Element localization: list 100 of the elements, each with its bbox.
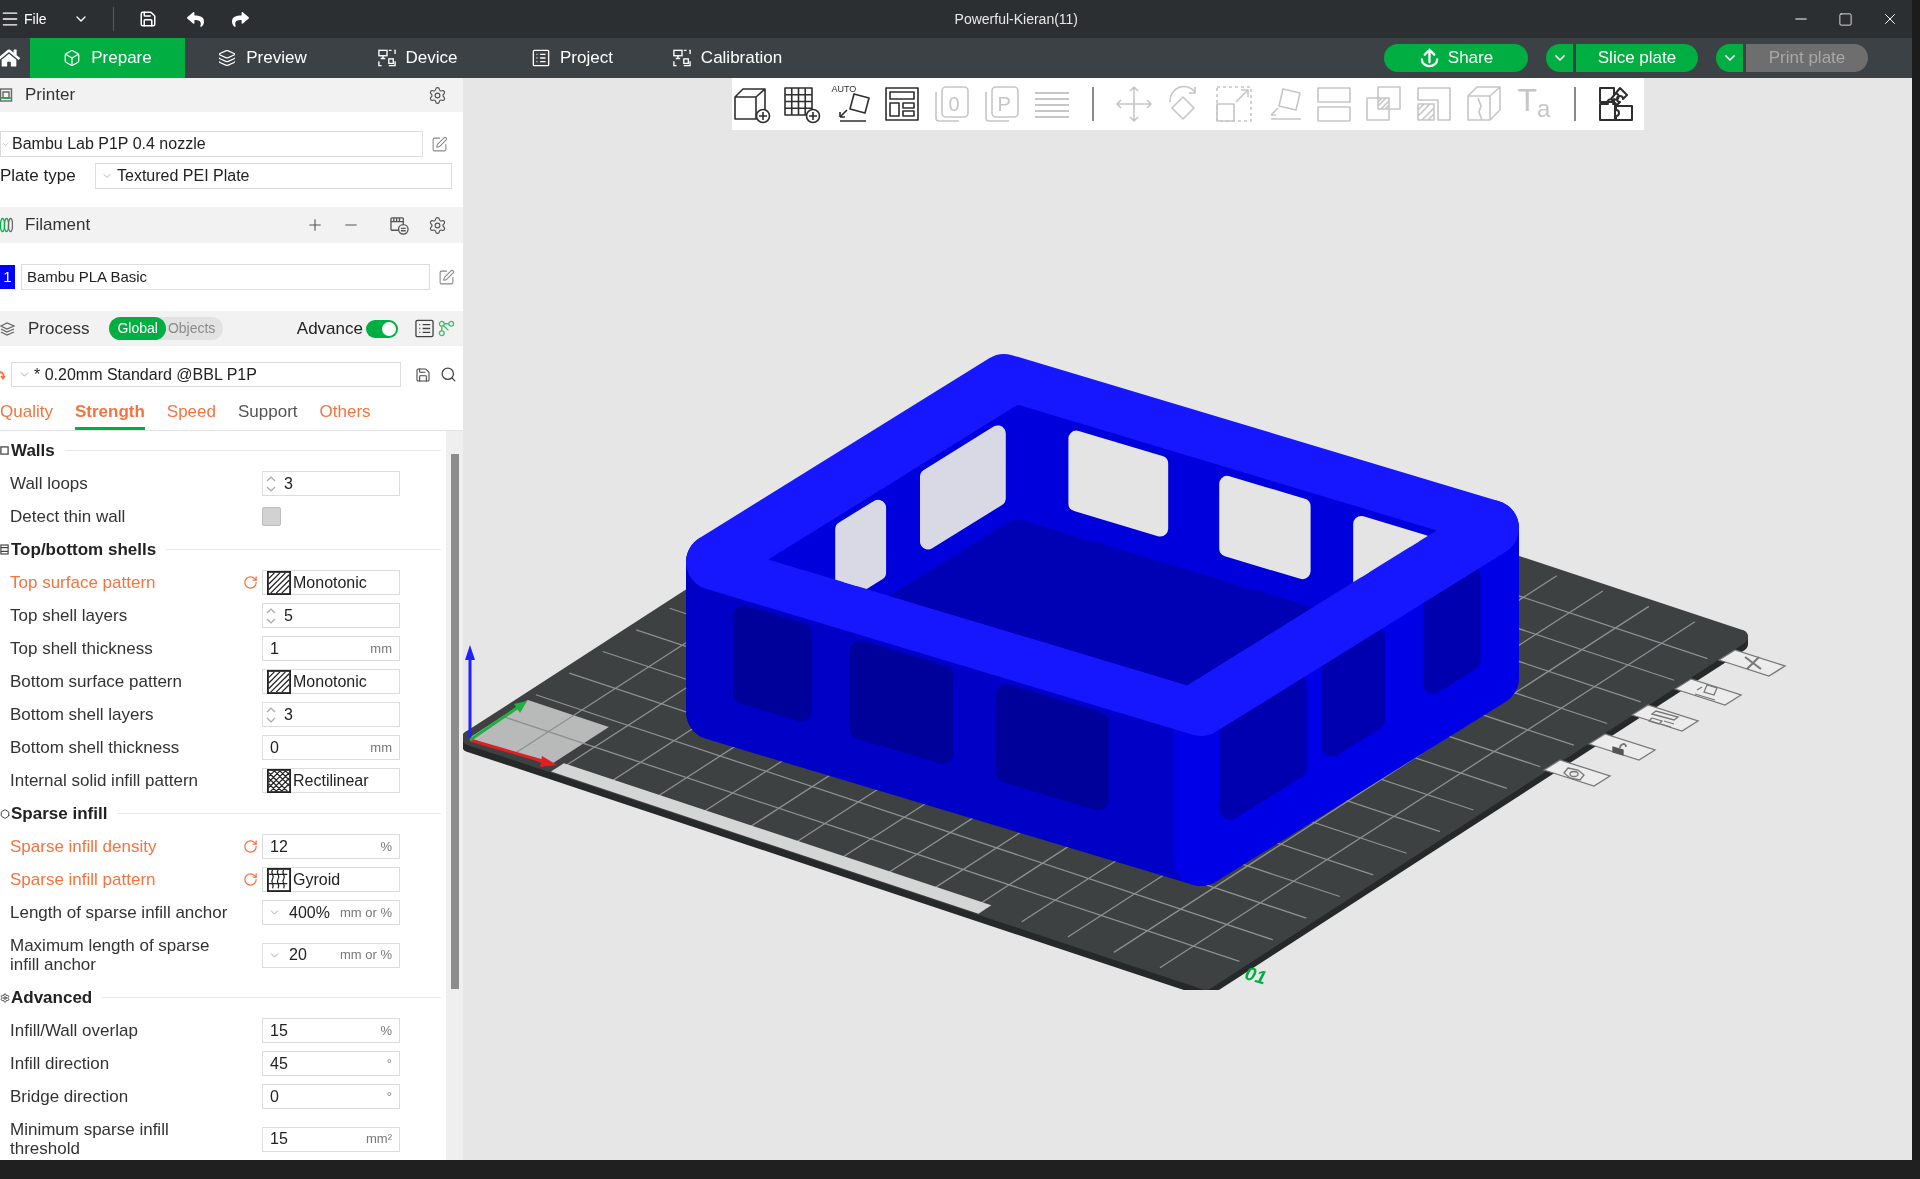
unit-label: mm — [370, 639, 392, 658]
pattern-dropdown[interactable]: Gyroid — [262, 867, 400, 892]
unit-label: % — [380, 837, 392, 856]
striped-square-icon — [0, 544, 9, 555]
setting-label: Top surface pattern — [10, 573, 157, 592]
process-preset-dropdown[interactable]: * 0.20mm Standard @BBL P1P — [11, 362, 401, 387]
dropdown-button[interactable] — [1716, 44, 1743, 72]
maximize-icon[interactable] — [1838, 11, 1853, 27]
setting-label: Sparse infill density — [10, 837, 158, 856]
filament-color-badge[interactable]: 1 — [0, 265, 15, 289]
section-title: Process — [28, 317, 90, 340]
combo-field[interactable]: 400% mm or % — [262, 900, 400, 925]
unit-label: mm — [370, 738, 392, 757]
setting-label: Infill/Wall overlap — [10, 1021, 139, 1040]
search-icon[interactable] — [440, 366, 457, 383]
number-field[interactable]: 12 % — [262, 834, 400, 859]
spin-field[interactable]: 5 — [262, 603, 400, 628]
section-title: Filament — [25, 214, 91, 237]
auto-orient-button[interactable]: AUTO — [831, 84, 872, 124]
diagonal-hatch-icon — [267, 570, 291, 595]
printer-preset-dropdown[interactable]: Bambu Lab P1P 0.4 nozzle — [0, 131, 423, 157]
unit-label: % — [380, 1021, 392, 1040]
save-icon[interactable] — [138, 10, 157, 28]
reset-arrow-icon[interactable] — [0, 369, 6, 380]
setting-label: Top shell layers — [10, 606, 129, 625]
list-icon[interactable] — [415, 319, 434, 338]
number-field[interactable]: 0 mm — [262, 735, 400, 760]
scrollbar-thumb[interactable] — [451, 454, 459, 989]
combo-field[interactable]: 20 mm or % — [262, 942, 400, 968]
pattern-dropdown[interactable]: Rectilinear — [262, 768, 400, 793]
window-title: Powerful-Kieran(11) — [954, 9, 1079, 29]
reset-icon[interactable] — [243, 575, 258, 590]
setting-label: Sparse infill pattern — [10, 870, 157, 889]
reset-icon[interactable] — [243, 839, 258, 854]
setting-label: Bottom shell layers — [10, 705, 155, 724]
up-down-arrows-icon[interactable] — [266, 474, 276, 493]
pattern-dropdown[interactable]: Monotonic — [262, 570, 400, 595]
gear-icon — [0, 992, 10, 1003]
close-icon[interactable] — [1717, 648, 1787, 678]
number-field[interactable]: 15 % — [262, 1018, 400, 1043]
number-field[interactable]: 1 mm — [262, 636, 400, 661]
cube-icon — [63, 49, 82, 67]
dropdown-button[interactable] — [1546, 44, 1573, 72]
nodes-icon[interactable] — [438, 320, 455, 337]
number-field[interactable]: 45 ° — [262, 1051, 400, 1076]
section-title: Printer — [25, 84, 76, 107]
home-icon[interactable] — [0, 47, 20, 69]
save-icon[interactable] — [415, 366, 431, 383]
unit-label: ° — [386, 1087, 392, 1106]
setting-label: Detect thin wall — [10, 507, 127, 526]
main-tab[interactable]: Calibration — [650, 38, 805, 78]
number-field[interactable]: 15 mm² — [262, 1126, 400, 1152]
filament-dropdown[interactable]: Bambu PLA Basic — [21, 264, 430, 290]
upload-icon — [1418, 47, 1440, 69]
undo-icon[interactable] — [186, 10, 204, 28]
main-tab[interactable]: Device — [340, 38, 495, 78]
hexagon-nut-icon[interactable] — [1542, 758, 1612, 788]
setting-label: Minimum sparse infill threshold — [10, 1120, 170, 1158]
printer-sync-icon[interactable] — [390, 215, 409, 235]
redo-icon[interactable] — [231, 10, 249, 28]
edit-icon[interactable] — [438, 268, 455, 286]
reset-icon[interactable] — [243, 872, 258, 887]
list-icon — [532, 49, 551, 67]
setting-label: Wall loops — [10, 474, 89, 493]
plate-type-dropdown[interactable]: Textured PEI Plate — [95, 163, 452, 189]
lock-icon[interactable] — [1587, 732, 1657, 762]
spin-field[interactable]: 3 — [262, 702, 400, 727]
group-heading: Advanced — [11, 986, 93, 1009]
main-tab[interactable]: Preview — [185, 38, 340, 78]
device-icon — [377, 49, 396, 67]
layout-icon[interactable] — [1630, 703, 1700, 733]
unit-label: ° — [386, 1054, 392, 1073]
spin-field[interactable]: 3 — [262, 471, 400, 496]
group-heading: Walls — [11, 439, 55, 462]
checkbox[interactable] — [262, 507, 281, 526]
setting-label: Internal solid infill pattern — [10, 771, 200, 790]
up-down-arrows-icon[interactable] — [266, 705, 276, 724]
settings-icon[interactable] — [428, 215, 447, 235]
device-icon — [672, 49, 691, 67]
settings-icon[interactable] — [428, 85, 447, 105]
advance-switch[interactable] — [366, 319, 398, 338]
up-down-arrows-icon[interactable] — [266, 606, 276, 625]
diagonal-hatch-icon — [267, 669, 291, 694]
layers-icon — [218, 49, 237, 67]
edit-icon[interactable] — [431, 135, 448, 153]
setting-label: Length of sparse infill anchor — [10, 903, 229, 922]
grid-plus-icon[interactable] — [781, 84, 822, 124]
pattern-dropdown[interactable]: Monotonic — [262, 669, 400, 694]
add-icon[interactable] — [306, 216, 324, 234]
number-field[interactable]: 0 ° — [262, 1084, 400, 1109]
settings-tab[interactable]: Support — [238, 397, 298, 430]
group-heading: Sparse infill — [11, 802, 108, 825]
setting-label: Bottom surface pattern — [10, 672, 183, 691]
printer-icon — [0, 87, 13, 103]
group-heading: Top/bottom shells — [11, 538, 157, 561]
file-menu[interactable]: File — [24, 8, 47, 30]
main-tab[interactable]: Project — [495, 38, 650, 78]
unit-label: mm or % — [340, 903, 392, 922]
wavy-pattern-icon — [267, 867, 291, 892]
setting-label: Bottom shell thickness — [10, 738, 181, 757]
